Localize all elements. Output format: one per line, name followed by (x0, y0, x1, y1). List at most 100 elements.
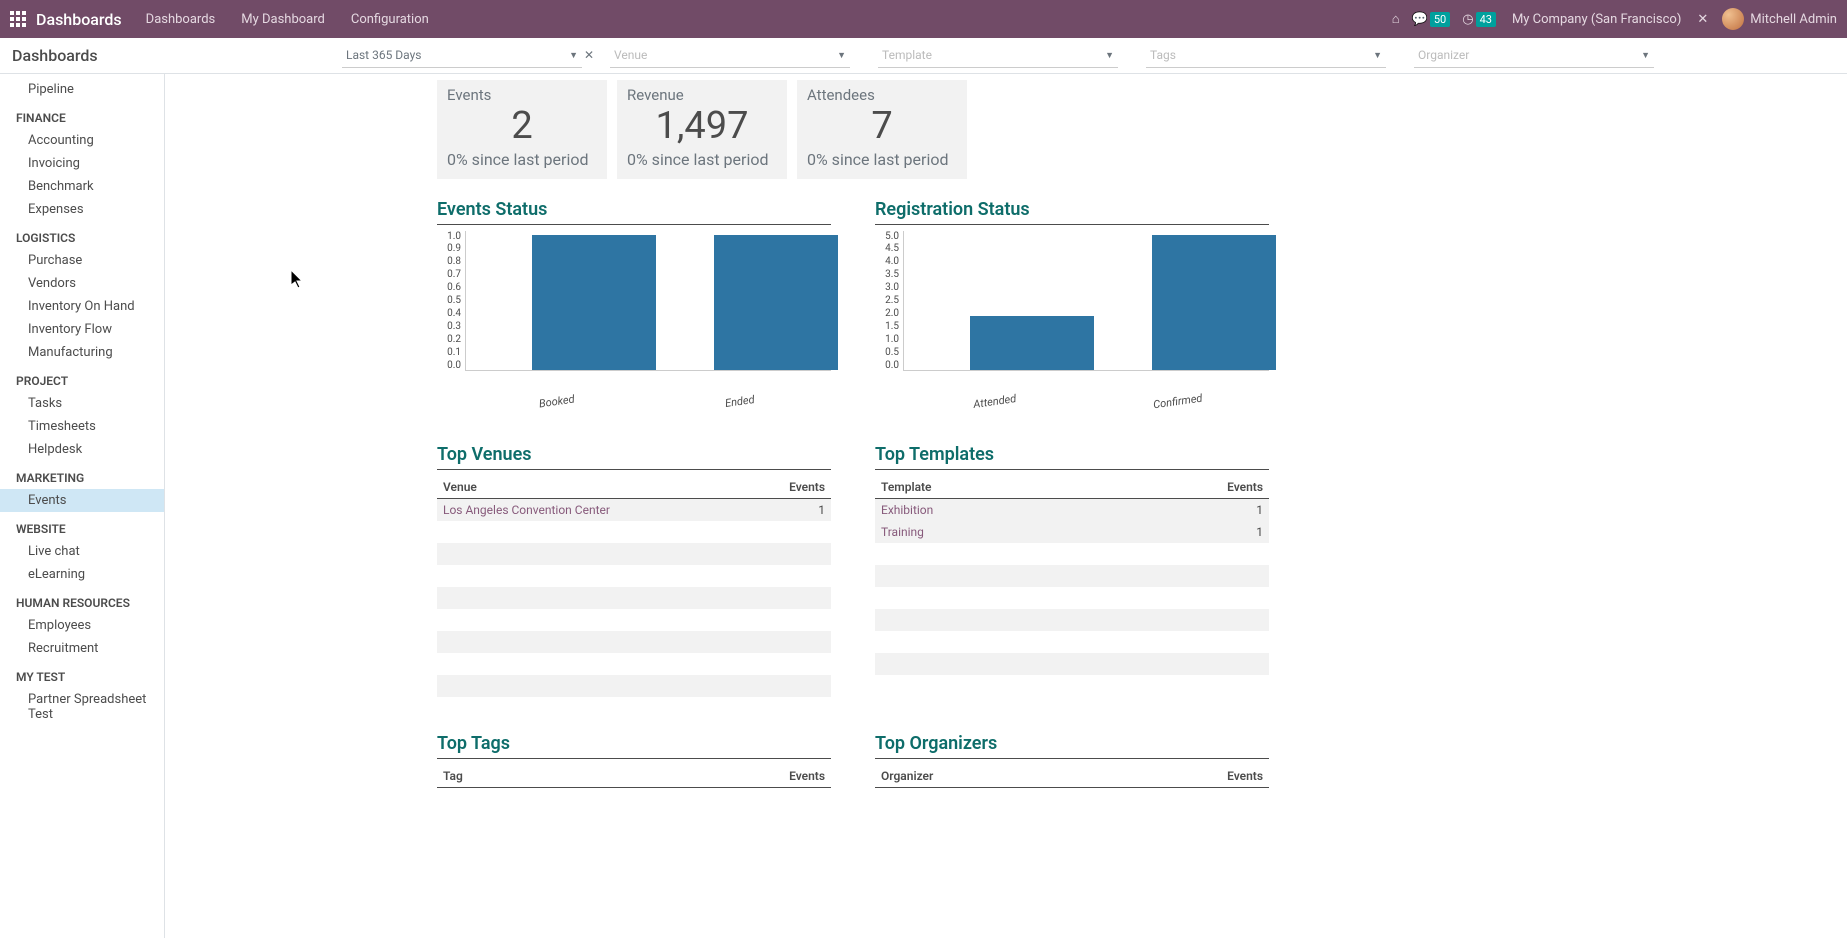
caret-down-icon: ▼ (837, 50, 846, 61)
panel-title: Top Venues (437, 444, 831, 470)
sidebar-group: WEBSITE (0, 512, 164, 540)
filter-venue[interactable]: Venue▼ (610, 44, 850, 68)
chart-plot (465, 231, 831, 371)
panel-title: Registration Status (875, 199, 1269, 225)
table-row[interactable]: Exhibition1 (875, 498, 1269, 521)
chart-bar[interactable] (1152, 235, 1276, 370)
kpi-label: Attendees (807, 86, 957, 104)
app-brand[interactable]: Dashboards (36, 10, 122, 29)
apps-grid-icon[interactable] (10, 11, 26, 27)
clear-filter-icon[interactable]: ✕ (584, 48, 594, 62)
filter-tags[interactable]: Tags▼ (1146, 44, 1386, 68)
panel-top-templates: Top Templates TemplateEventsExhibition1T… (875, 444, 1269, 697)
table-header: Events (594, 765, 831, 788)
filter-organizer[interactable]: Organizer▼ (1414, 44, 1654, 68)
table: TagEvents (437, 765, 831, 788)
page-title: Dashboards (12, 46, 312, 65)
activities-badge: 43 (1476, 12, 1496, 27)
table-row-empty (437, 675, 831, 697)
table: OrganizerEvents (875, 765, 1269, 788)
user-name[interactable]: Mitchell Admin (1750, 12, 1837, 27)
sidebar-item-manufacturing[interactable]: Manufacturing (0, 341, 164, 364)
panel-title: Top Templates (875, 444, 1269, 470)
filter-template[interactable]: Template▼ (878, 44, 1118, 68)
table-row[interactable]: Los Angeles Convention Center1 (437, 498, 831, 521)
sidebar-item-recruitment[interactable]: Recruitment (0, 637, 164, 660)
sidebar-item-inventory-flow[interactable]: Inventory Flow (0, 318, 164, 341)
table-header: Events (1101, 476, 1269, 499)
top-nav: Dashboards Dashboards My Dashboard Confi… (0, 0, 1847, 38)
table: VenueEventsLos Angeles Convention Center… (437, 476, 831, 697)
table-cell: 1 (748, 498, 831, 521)
table-row[interactable]: Training1 (875, 521, 1269, 543)
panel-registration-status: Registration Status 5.04.54.03.53.02.52.… (875, 199, 1269, 408)
table-row-empty (875, 565, 1269, 587)
kpi-value: 1,497 (627, 104, 777, 150)
kpi-value: 2 (447, 104, 597, 150)
filter-bar: Dashboards Last 365 Days▼✕ Venue▼ Template… (0, 38, 1847, 74)
table-cell[interactable]: Training (875, 521, 1101, 543)
kpi-delta: 0% since last period (447, 150, 597, 169)
table-cell[interactable]: Los Angeles Convention Center (437, 498, 748, 521)
menu-configuration[interactable]: Configuration (351, 12, 429, 27)
sidebar-item-inventory-on-hand[interactable]: Inventory On Hand (0, 295, 164, 318)
sidebar-group: LOGISTICS (0, 221, 164, 249)
sidebar-item-helpdesk[interactable]: Helpdesk (0, 438, 164, 461)
menu-dashboards[interactable]: Dashboards (146, 12, 216, 27)
sidebar-item-tasks[interactable]: Tasks (0, 392, 164, 415)
company-selector[interactable]: My Company (San Francisco) (1512, 12, 1681, 27)
chart-bar[interactable] (714, 235, 838, 370)
table-cell: 1 (1101, 498, 1269, 521)
panel-events-status: Events Status 1.00.90.80.70.60.50.40.30.… (437, 199, 831, 408)
sidebar-item-accounting[interactable]: Accounting (0, 129, 164, 152)
sidebar-item-pipeline[interactable]: Pipeline (0, 78, 164, 101)
sidebar-item-expenses[interactable]: Expenses (0, 198, 164, 221)
messages-icon[interactable]: 💬50 (1412, 12, 1451, 27)
table-row-empty (875, 675, 1269, 697)
table-header: Events (748, 476, 831, 499)
sidebar-item-elearning[interactable]: eLearning (0, 563, 164, 586)
chart-bar[interactable] (532, 235, 656, 370)
kpi-row: Events20% since last periodRevenue1,4970… (437, 80, 1847, 179)
kpi-delta: 0% since last period (807, 150, 957, 169)
table-row-empty (875, 587, 1269, 609)
menu-my-dashboard[interactable]: My Dashboard (241, 12, 325, 27)
sidebar-item-invoicing[interactable]: Invoicing (0, 152, 164, 175)
chart-bar[interactable] (970, 316, 1094, 370)
kpi-attendees[interactable]: Attendees70% since last period (797, 80, 967, 179)
sidebar: PipelineFINANCEAccountingInvoicingBenchm… (0, 74, 165, 938)
chart-y-axis: 1.00.90.80.70.60.50.40.30.20.10.0 (437, 231, 465, 371)
caret-down-icon: ▼ (1373, 50, 1382, 61)
table-row-empty (437, 543, 831, 565)
table-row-empty (437, 587, 831, 609)
panel-title: Events Status (437, 199, 831, 225)
chart-x-axis: BookedEnded (465, 391, 831, 408)
sidebar-item-timesheets[interactable]: Timesheets (0, 415, 164, 438)
sidebar-item-events[interactable]: Events (0, 489, 164, 512)
user-avatar[interactable] (1722, 8, 1744, 30)
activities-icon[interactable]: ◷43 (1462, 12, 1496, 27)
sidebar-group: MARKETING (0, 461, 164, 489)
sidebar-group: FINANCE (0, 101, 164, 129)
chart-plot (903, 231, 1269, 371)
table-cell[interactable]: Exhibition (875, 498, 1101, 521)
table: TemplateEventsExhibition1Training1 (875, 476, 1269, 697)
table-row-empty (437, 565, 831, 587)
sidebar-item-employees[interactable]: Employees (0, 614, 164, 637)
messages-badge: 50 (1430, 12, 1450, 27)
dashboard-content: Events20% since last periodRevenue1,4970… (165, 74, 1847, 938)
sidebar-item-live-chat[interactable]: Live chat (0, 540, 164, 563)
sidebar-item-purchase[interactable]: Purchase (0, 249, 164, 272)
table-header: Events (1101, 765, 1269, 788)
table-header: Organizer (875, 765, 1101, 788)
kpi-events[interactable]: Events20% since last period (437, 80, 607, 179)
home-icon[interactable]: ⌂ (1392, 11, 1400, 27)
sidebar-item-benchmark[interactable]: Benchmark (0, 175, 164, 198)
sidebar-item-partner-spreadsheet-test[interactable]: Partner Spreadsheet Test (0, 688, 164, 726)
chart: 1.00.90.80.70.60.50.40.30.20.10.0 (437, 231, 831, 391)
debug-icon[interactable]: ✕ (1697, 12, 1708, 27)
table-row-empty (437, 631, 831, 653)
sidebar-item-vendors[interactable]: Vendors (0, 272, 164, 295)
filter-last-365-days[interactable]: Last 365 Days▼✕ (342, 44, 582, 68)
kpi-revenue[interactable]: Revenue1,4970% since last period (617, 80, 787, 179)
